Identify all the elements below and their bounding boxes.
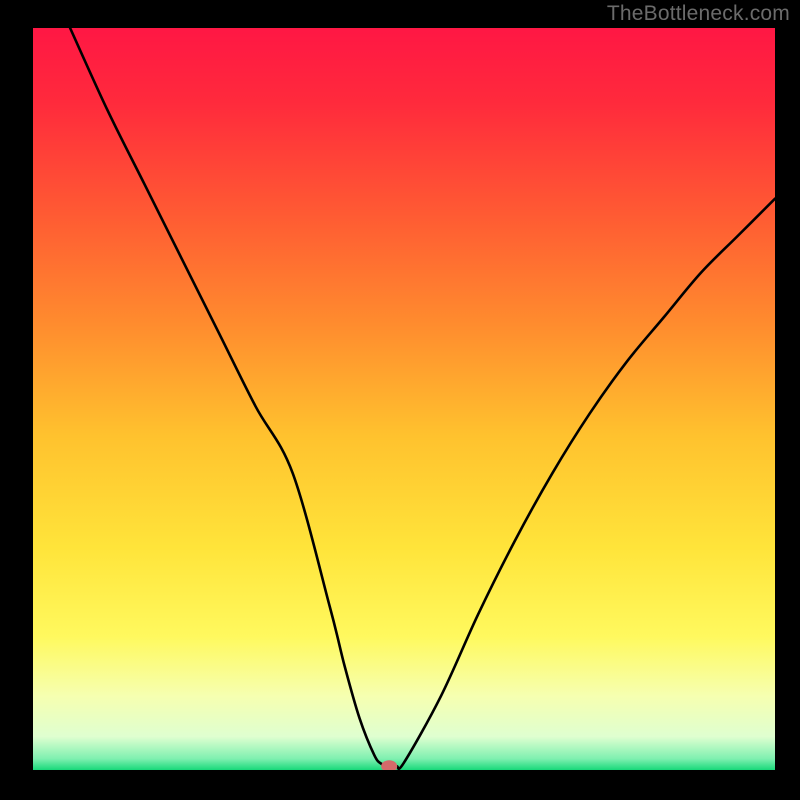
watermark-text: TheBottleneck.com bbox=[607, 2, 790, 26]
chart-frame: TheBottleneck.com bbox=[0, 0, 800, 800]
bottleneck-chart-svg bbox=[33, 28, 775, 770]
plot-area bbox=[33, 28, 775, 770]
gradient-background bbox=[33, 28, 775, 770]
